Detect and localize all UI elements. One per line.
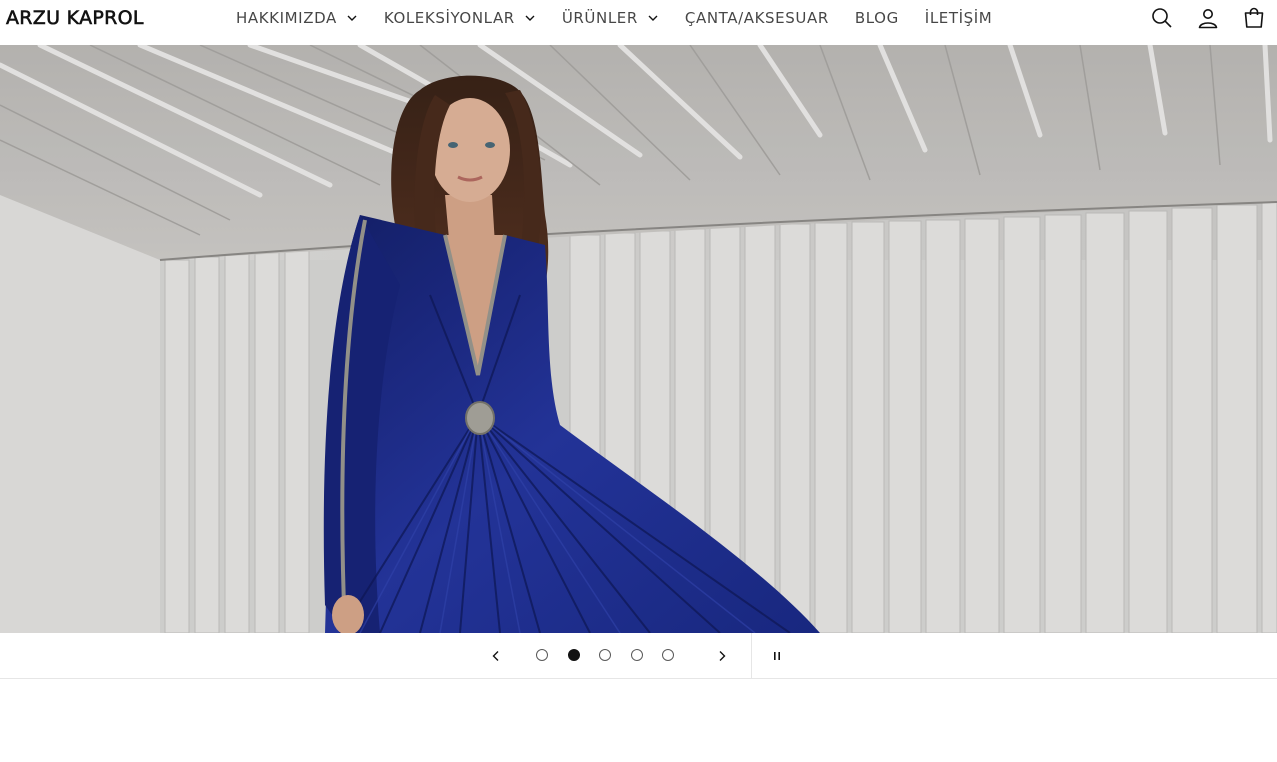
controls-divider	[751, 633, 752, 679]
slide-dot-3[interactable]	[599, 649, 611, 661]
nav-item-label: ÇANTA/AKSESUAR	[684, 9, 829, 27]
nav-item-label: ÜRÜNLER	[561, 9, 638, 27]
pause-slideshow-button[interactable]	[763, 642, 791, 670]
account-icon	[1198, 9, 1218, 29]
account-button[interactable]	[1185, 0, 1231, 36]
nav-item-koleksiyonlar[interactable]: KOLEKSİYONLAR	[384, 0, 537, 36]
nav-item-label: BLOG	[854, 9, 899, 27]
slide-dot-1[interactable]	[536, 649, 548, 661]
cart-icon	[1244, 7, 1264, 28]
slide-dots	[536, 649, 694, 661]
site-header: ARZU KAPROL HAKKIMIZDA KOLEKSİYONLAR ÜRÜ…	[0, 0, 1277, 45]
search-button[interactable]	[1139, 0, 1185, 36]
slide-dot-4[interactable]	[630, 649, 643, 661]
chevron-right-icon	[719, 651, 726, 661]
search-icon	[1152, 8, 1172, 28]
main-nav: HAKKIMIZDA KOLEKSİYONLAR ÜRÜNLER ÇANTA/A…	[236, 0, 1018, 36]
nav-item-hakkimizda[interactable]: HAKKIMIZDA	[236, 0, 359, 36]
chevron-down-icon	[347, 15, 357, 21]
nav-item-label: HAKKIMIZDA	[236, 9, 337, 27]
nav-item-iletisim[interactable]: İLETİŞİM	[925, 0, 993, 36]
next-slide-button[interactable]	[708, 642, 736, 670]
nav-item-blog[interactable]: BLOG	[855, 0, 899, 36]
nav-item-canta-aksesuar[interactable]: ÇANTA/AKSESUAR	[685, 0, 829, 36]
cart-button[interactable]	[1231, 0, 1277, 36]
slide-dot-2[interactable]	[567, 649, 580, 661]
chevron-down-icon	[648, 15, 658, 21]
previous-slide-button[interactable]	[482, 642, 510, 670]
slide-dot-5[interactable]	[662, 649, 674, 661]
header-icons	[1139, 0, 1277, 36]
hero-image	[0, 45, 1277, 633]
nav-item-urunler[interactable]: ÜRÜNLER	[562, 0, 660, 36]
nav-item-label: KOLEKSİYONLAR	[383, 9, 515, 27]
slideshow-controls	[0, 633, 1277, 679]
pause-icon	[774, 652, 780, 660]
brand-logo[interactable]: ARZU KAPROL	[6, 7, 144, 30]
chevron-down-icon	[525, 15, 535, 21]
hero-slideshow[interactable]	[0, 45, 1277, 633]
chevron-left-icon	[492, 651, 499, 661]
nav-item-label: İLETİŞİM	[924, 9, 993, 27]
